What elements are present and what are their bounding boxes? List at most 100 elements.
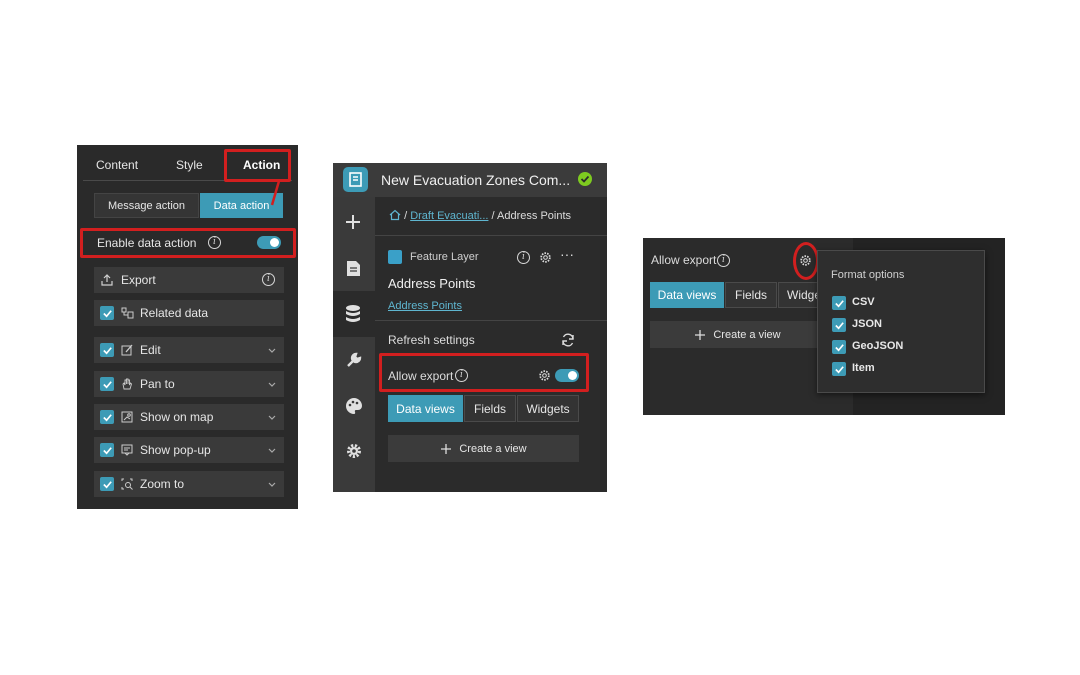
pan-to-row[interactable]: Pan to: [94, 371, 284, 397]
item-label: Item: [852, 362, 875, 374]
edit-icon: [121, 344, 133, 356]
map-icon: [121, 411, 133, 423]
tab-divider: [83, 180, 292, 181]
tab-data-views[interactable]: Data views: [650, 282, 724, 308]
export-label: Export: [121, 273, 156, 287]
app-logo-icon[interactable]: [343, 167, 368, 192]
palette-icon[interactable]: [345, 397, 363, 415]
tab-widgets[interactable]: Widgets: [517, 395, 579, 422]
create-view-button[interactable]: Create a view: [650, 321, 825, 348]
enable-data-action-toggle[interactable]: [257, 236, 281, 249]
chevron-down-icon[interactable]: [268, 481, 276, 489]
wrench-icon[interactable]: [345, 351, 363, 369]
pan-to-label: Pan to: [140, 377, 175, 391]
tab-widgets[interactable]: Widge: [778, 282, 818, 308]
home-icon[interactable]: [389, 209, 401, 221]
tab-fields[interactable]: Fields: [464, 395, 516, 422]
layer-link[interactable]: Address Points: [388, 300, 462, 312]
check-icon: [102, 446, 112, 454]
info-icon[interactable]: i: [208, 236, 221, 249]
allow-export-label: Allow export: [388, 369, 454, 383]
show-on-map-label: Show on map: [140, 410, 214, 424]
item-checkbox[interactable]: [832, 362, 846, 376]
related-data-label: Related data: [140, 306, 209, 320]
refresh-icon[interactable]: [560, 332, 576, 348]
gear-icon[interactable]: [345, 442, 363, 460]
show-pop-up-row[interactable]: Show pop-up: [94, 437, 284, 463]
add-icon[interactable]: [344, 213, 362, 231]
more-options-icon[interactable]: ···: [560, 246, 574, 262]
show-on-map-checkbox[interactable]: [100, 410, 114, 424]
zoom-to-checkbox[interactable]: [100, 477, 114, 491]
edit-row[interactable]: Edit: [94, 337, 284, 363]
gear-icon[interactable]: [799, 254, 812, 267]
chevron-down-icon[interactable]: [268, 347, 276, 355]
format-options-popover: Format options CSV JSON GeoJSON Item: [817, 250, 985, 393]
feature-layer-icon: [388, 250, 402, 264]
app-title: New Evacuation Zones Com...: [381, 172, 571, 188]
tab-data-views-label: Data views: [657, 288, 717, 302]
tab-content-label: Content: [96, 158, 139, 172]
create-view-button[interactable]: Create a view: [388, 435, 579, 462]
json-label: JSON: [852, 318, 882, 330]
tab-widgets-label: Widgets: [526, 401, 570, 416]
info-icon[interactable]: i: [517, 251, 530, 264]
export-info-icon[interactable]: i: [262, 273, 275, 286]
info-icon[interactable]: i: [455, 369, 468, 382]
info-icon[interactable]: i: [717, 254, 730, 267]
related-data-row[interactable]: Related data: [94, 300, 284, 326]
message-action-button[interactable]: Message action: [94, 193, 199, 218]
check-icon: [102, 309, 112, 317]
page-icon[interactable]: [346, 260, 361, 277]
tab-action[interactable]: Action: [243, 158, 280, 172]
popup-icon: [121, 444, 133, 456]
chevron-down-icon[interactable]: [268, 414, 276, 422]
layer-type-label: Feature Layer: [410, 251, 479, 263]
section-divider: [375, 320, 607, 321]
show-pop-up-checkbox[interactable]: [100, 443, 114, 457]
add-icon: [695, 329, 706, 340]
breadcrumb-separator: /: [491, 210, 495, 222]
highlight-connector: [270, 181, 281, 206]
geojson-checkbox[interactable]: [832, 340, 846, 354]
tab-content[interactable]: Content: [96, 158, 138, 172]
check-icon: [102, 346, 112, 354]
show-pop-up-label: Show pop-up: [140, 443, 211, 457]
gear-icon[interactable]: [539, 251, 552, 264]
allow-export-toggle[interactable]: [555, 369, 579, 382]
tab-fields-label: Fields: [734, 288, 767, 302]
breadcrumb-separator: /: [404, 210, 408, 222]
export-row[interactable]: Export i: [94, 267, 284, 293]
check-icon: [102, 413, 112, 421]
pan-to-checkbox[interactable]: [100, 377, 114, 391]
tab-widgets-label: Widge: [787, 288, 818, 302]
json-checkbox[interactable]: [832, 318, 846, 332]
breadcrumb: / Draft Evacuati... / Address Points: [389, 209, 571, 222]
check-icon: [834, 321, 844, 329]
gear-icon[interactable]: [538, 369, 551, 382]
edit-checkbox[interactable]: [100, 343, 114, 357]
related-data-checkbox[interactable]: [100, 306, 114, 320]
create-view-label: Create a view: [713, 328, 781, 341]
chevron-down-icon[interactable]: [268, 381, 276, 389]
format-options-title: Format options: [831, 269, 905, 281]
refresh-settings-label: Refresh settings: [388, 333, 475, 347]
chevron-down-icon[interactable]: [268, 447, 276, 455]
tab-data-views[interactable]: Data views: [388, 395, 463, 422]
layer-name: Address Points: [388, 276, 476, 291]
tab-action-label: Action: [243, 158, 281, 172]
zoom-to-row[interactable]: Zoom to: [94, 471, 284, 497]
breadcrumb-link[interactable]: Draft Evacuati...: [410, 210, 488, 222]
show-on-map-row[interactable]: Show on map: [94, 404, 284, 430]
tab-fields[interactable]: Fields: [725, 282, 777, 308]
add-icon: [441, 443, 452, 454]
check-icon: [102, 380, 112, 388]
csv-checkbox[interactable]: [832, 296, 846, 310]
tab-style[interactable]: Style: [176, 158, 203, 172]
export-icon: [101, 274, 113, 286]
message-action-label: Message action: [107, 199, 186, 212]
database-icon[interactable]: [345, 304, 361, 324]
tab-style-label: Style: [176, 158, 203, 172]
check-icon: [834, 299, 844, 307]
breadcrumb-current: Address Points: [497, 210, 572, 222]
